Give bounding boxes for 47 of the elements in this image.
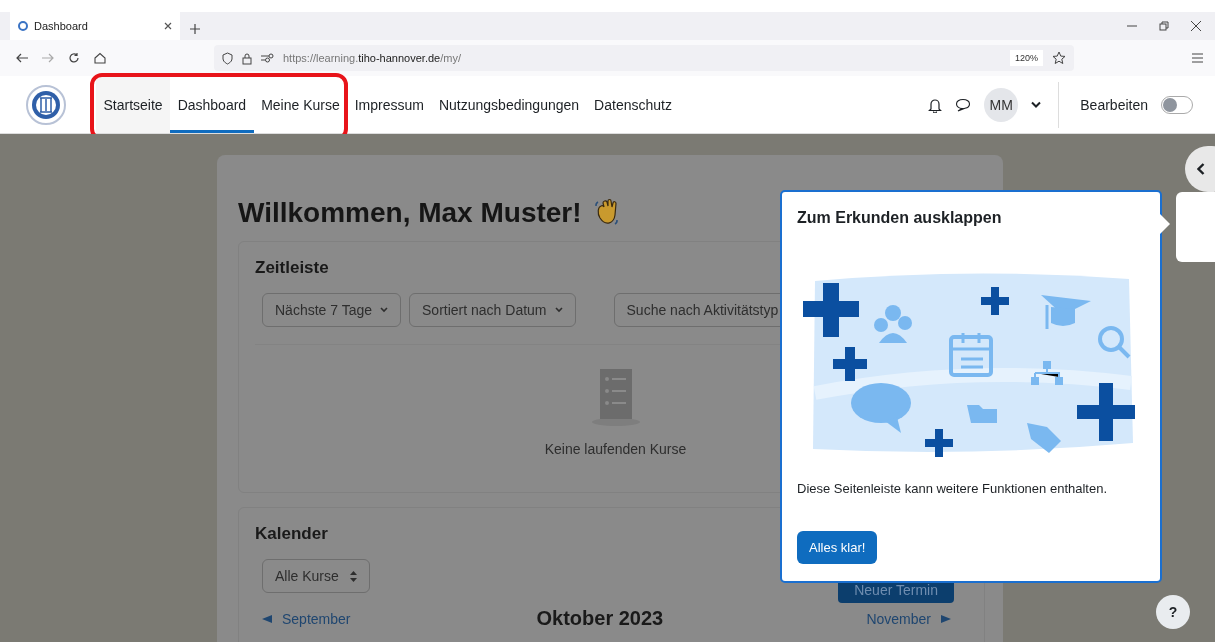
nav-link[interactable]: Meine Kurse: [253, 76, 348, 133]
browser-tab[interactable]: Dashboard: [10, 12, 180, 40]
close-icon[interactable]: [164, 22, 172, 30]
chevron-down-icon: [380, 307, 389, 313]
bell-icon[interactable]: [928, 96, 943, 113]
zoom-level-button[interactable]: 120%: [1009, 50, 1043, 66]
month-title: Oktober 2023: [536, 607, 664, 630]
popover-title: Zum Erkunden ausklappen: [797, 209, 1003, 227]
close-icon[interactable]: [1191, 21, 1201, 31]
filter-dropdown[interactable]: Sortiert nach Datum: [409, 293, 576, 327]
filter-dropdown[interactable]: Nächste 7 Tage: [262, 293, 402, 327]
restore-icon[interactable]: [1159, 21, 1169, 31]
chevron-left-icon: [1197, 163, 1205, 175]
plus-icon: [190, 24, 200, 34]
course-filter-select[interactable]: Alle Kurse: [262, 559, 370, 593]
star-icon[interactable]: [1052, 51, 1066, 65]
chevron-down-icon: [554, 307, 563, 313]
waving-hand-icon: [593, 198, 620, 228]
menu-icon[interactable]: [1192, 53, 1203, 63]
nav-link[interactable]: Nutzungsbedingungen: [431, 76, 587, 133]
confirm-button[interactable]: Alles klar!: [797, 531, 878, 564]
edit-mode-label: Bearbeiten: [1080, 96, 1148, 113]
new-tab-button[interactable]: [190, 24, 200, 34]
section-title: Kalender: [255, 524, 328, 544]
section-title: Zeitleiste: [255, 258, 329, 278]
nav-link[interactable]: Impressum: [347, 76, 432, 133]
user-avatar[interactable]: MM: [984, 87, 1019, 122]
reload-icon[interactable]: [68, 52, 80, 64]
nav-link[interactable]: Startseite: [96, 76, 171, 133]
empty-message: Keine laufenden Kurse: [544, 441, 687, 457]
shield-icon: [222, 51, 233, 65]
lock-icon: [242, 51, 252, 65]
right-arrow-icon: [941, 614, 951, 623]
url-text: https://learning.tiho-hannover.de/my/: [283, 52, 461, 64]
address-bar[interactable]: https://learning.tiho-hannover.de/my/ 120%: [214, 45, 1074, 71]
university-seal-logo[interactable]: [26, 84, 66, 125]
home-icon[interactable]: [94, 52, 106, 64]
chevron-down-icon[interactable]: [1031, 100, 1042, 109]
welcome-heading: Willkommen, Max Muster!: [238, 197, 582, 229]
help-button[interactable]: ?: [1156, 595, 1190, 629]
left-arrow-icon: [262, 614, 272, 623]
sort-caret-icon: [350, 570, 357, 582]
permissions-icon: [261, 53, 274, 63]
popover-text: Diese Seitenleiste kann weitere Funktionen enthalten.: [797, 481, 1109, 496]
chat-bubble-icon[interactable]: [955, 97, 972, 112]
back-arrow-icon[interactable]: [16, 53, 28, 63]
nav-link[interactable]: Datenschutz: [586, 76, 680, 133]
